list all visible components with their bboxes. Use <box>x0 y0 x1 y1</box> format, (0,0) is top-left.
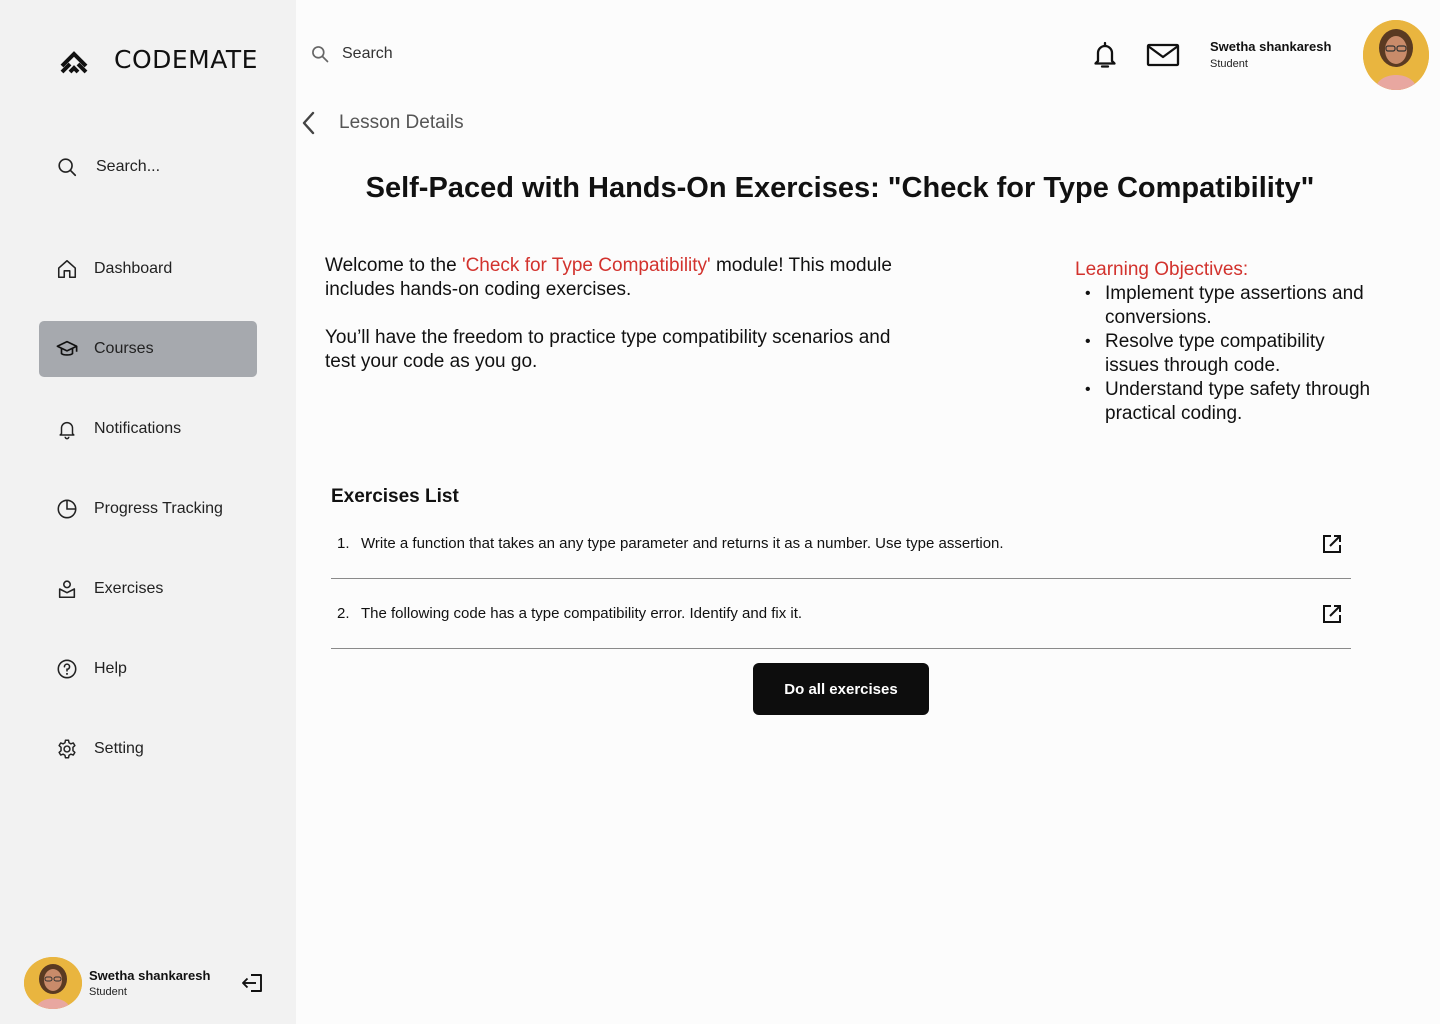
sidebar-user-card: Swetha shankaresh Student <box>24 957 272 1009</box>
sidebar-item-help[interactable]: Help <box>39 641 257 697</box>
header-user-info: Swetha shankaresh Student <box>1210 39 1331 70</box>
sidebar: CODEMATE Search... Dashboard Courses Not… <box>0 0 296 1024</box>
search-icon <box>312 46 329 63</box>
exercise-number: 1. <box>337 535 350 552</box>
exercise-icon <box>58 580 76 599</box>
exercises-title: Exercises List <box>331 486 459 507</box>
sidebar-item-label: Notifications <box>94 420 182 437</box>
user-info: Swetha shankaresh Student <box>89 968 210 998</box>
sidebar-item-courses[interactable]: Courses <box>39 321 257 377</box>
external-link-icon[interactable] <box>1321 533 1343 555</box>
gear-icon <box>58 739 76 759</box>
module-name-highlight: 'Check for Type Compatibility' <box>461 255 711 276</box>
objective-item: Understand type safety through practical… <box>1075 378 1375 426</box>
sidebar-item-label: Exercises <box>94 580 164 597</box>
pie-chart-icon <box>57 499 77 519</box>
exercise-row[interactable]: 2. The following code has a type compati… <box>331 579 1351 649</box>
graduation-cap-icon <box>56 340 78 356</box>
intro-text: Welcome to the 'Check for Type Compatibi… <box>325 254 925 374</box>
sidebar-item-dashboard[interactable]: Dashboard <box>39 241 257 297</box>
logo[interactable]: CODEMATE <box>58 44 258 74</box>
intro-paragraph-2: You’ll have the freedom to practice type… <box>325 327 891 372</box>
sidebar-item-label: Progress Tracking <box>94 500 223 517</box>
sidebar-item-label: Help <box>94 660 127 677</box>
header-search[interactable]: Search <box>310 44 393 64</box>
objective-item: Implement type assertions and conversion… <box>1075 282 1375 330</box>
logo-icon <box>60 51 88 74</box>
intro-paragraph: Welcome to the 'Check for Type Compatibi… <box>325 254 925 302</box>
avatar[interactable] <box>24 957 82 1009</box>
sidebar-item-label: Setting <box>94 740 144 757</box>
user-name: Swetha shankaresh <box>89 968 211 983</box>
exercise-text: The following code has a type compatibil… <box>361 605 803 622</box>
sidebar-item-progress-tracking[interactable]: Progress Tracking <box>39 481 257 537</box>
exercise-text: Write a function that takes an any type … <box>361 535 1004 552</box>
objectives-list: Implement type assertions and conversion… <box>1075 282 1375 426</box>
intro-prefix: Welcome to the <box>325 255 462 276</box>
sidebar-item-label: Dashboard <box>94 260 173 277</box>
objectives-title: Learning Objectives: <box>1075 259 1249 280</box>
sidebar-item-label: Courses <box>94 340 154 357</box>
user-photo-icon <box>1363 20 1429 90</box>
logout-icon[interactable] <box>240 970 266 996</box>
notification-bell-icon[interactable] <box>1090 40 1120 70</box>
external-link-icon[interactable] <box>1321 603 1343 625</box>
avatar[interactable] <box>1363 20 1429 90</box>
objective-item: Resolve type compatibility issues throug… <box>1075 330 1375 378</box>
home-icon <box>57 259 77 279</box>
sidebar-item-setting[interactable]: Setting <box>39 721 257 777</box>
breadcrumb: Lesson Details <box>339 112 464 133</box>
user-role: Student <box>89 986 127 998</box>
sidebar-item-exercises[interactable]: Exercises <box>39 561 257 617</box>
back-chevron-icon[interactable] <box>298 110 320 136</box>
do-all-exercises-button[interactable]: Do all exercises <box>753 663 929 715</box>
user-name: Swetha shankaresh <box>1210 39 1332 54</box>
learning-objectives: Learning Objectives: Implement type asse… <box>1075 258 1375 426</box>
mail-icon[interactable] <box>1146 42 1180 68</box>
exercise-number: 2. <box>337 605 350 622</box>
bell-icon <box>59 421 75 440</box>
sidebar-item-notifications[interactable]: Notifications <box>39 401 257 457</box>
exercise-row[interactable]: 1. Write a function that takes an any ty… <box>331 509 1351 579</box>
user-photo-icon <box>24 957 82 1009</box>
help-icon <box>57 659 77 679</box>
search-icon <box>58 158 77 177</box>
logo-text: CODEMATE <box>114 44 258 74</box>
page-title: Self-Paced with Hands-On Exercises: "Che… <box>365 172 1315 204</box>
sidebar-search-placeholder: Search... <box>96 158 161 175</box>
header-search-placeholder: Search <box>342 45 393 62</box>
user-role: Student <box>1210 58 1248 70</box>
sidebar-search[interactable]: Search... <box>56 156 160 178</box>
